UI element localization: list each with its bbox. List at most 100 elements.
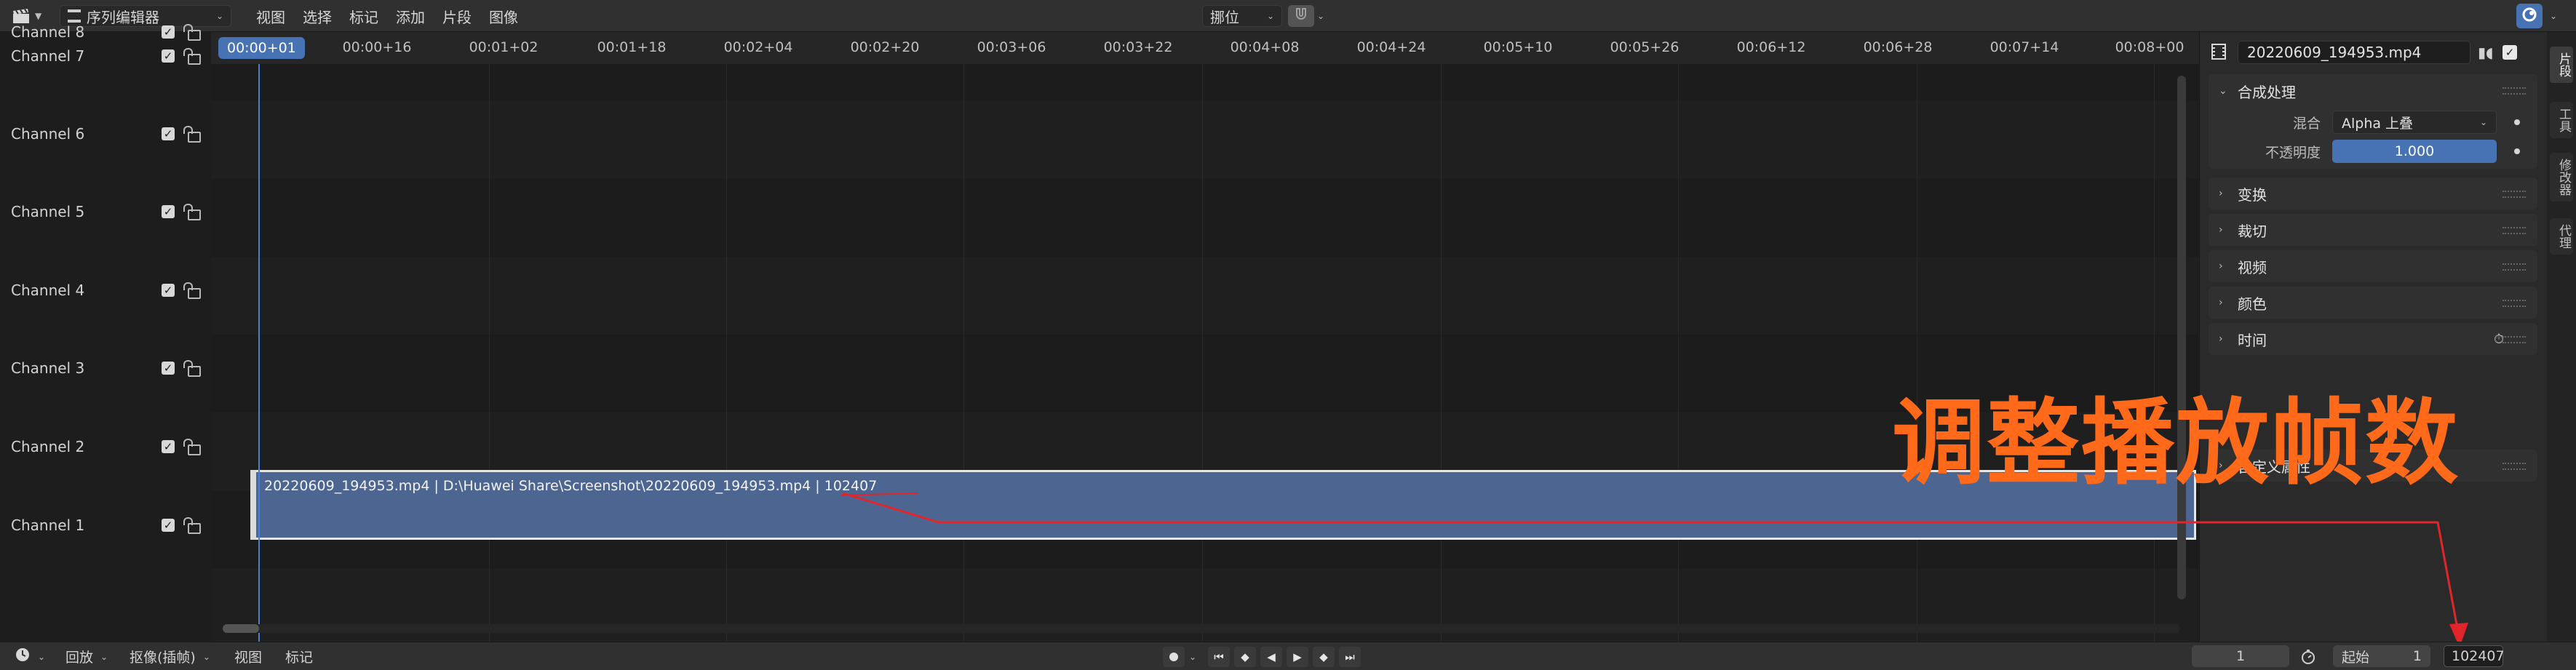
panel-header[interactable]: › 颜色	[2209, 287, 2537, 319]
magnet-icon	[1294, 7, 1308, 25]
lock-icon[interactable]	[182, 517, 201, 534]
header-menu: 视图 选择 标记 添加 片段 图像	[247, 0, 527, 32]
keying-label: 抠像(插帧)	[130, 650, 196, 666]
jump-start-button[interactable]: ⏮	[1208, 646, 1231, 667]
play-reverse-button[interactable]: ◀	[1260, 646, 1283, 667]
chevron-down-icon[interactable]: ⌄	[1189, 652, 1196, 662]
opacity-slider[interactable]: 1.000	[2332, 140, 2497, 163]
tab-modifiers[interactable]: 修改器	[2550, 153, 2573, 202]
channel-mute-checkbox[interactable]: ✓	[162, 49, 175, 63]
drag-grip-icon[interactable]	[2503, 336, 2526, 343]
panel-header[interactable]: › 时间 ⏱	[2209, 323, 2537, 355]
channel-label[interactable]: Channel 5	[11, 203, 84, 220]
start-label: 起始	[2342, 649, 2370, 666]
strip-enable-checkbox[interactable]: ✓	[2503, 45, 2517, 60]
panel-header[interactable]: › 视频	[2209, 250, 2537, 282]
scene-options-button[interactable]: ⌄	[2550, 0, 2557, 32]
panel-title: 颜色	[2238, 295, 2267, 313]
prev-keyframe-button[interactable]: ◆	[1234, 646, 1257, 667]
channel-label[interactable]: Channel 1	[11, 517, 84, 534]
overlap-mode-select[interactable]: 挪位 ⌄	[1202, 5, 1282, 27]
panel-header[interactable]: › 裁切	[2209, 214, 2537, 246]
scrollbar-thumb[interactable]	[223, 624, 259, 633]
channel-mute-checkbox[interactable]: ✓	[162, 205, 175, 218]
view-menu[interactable]: 视图	[234, 642, 262, 670]
drag-grip-icon[interactable]	[2503, 263, 2526, 271]
lock-icon[interactable]	[182, 439, 201, 455]
keyframe-dot-icon[interactable]	[2514, 148, 2520, 154]
channel-label[interactable]: Channel 2	[11, 438, 84, 455]
scene-button[interactable]	[2516, 4, 2543, 28]
channel-label[interactable]: Channel 6	[11, 125, 84, 143]
lock-icon[interactable]	[182, 126, 201, 143]
tab-proxy[interactable]: 代理	[2550, 218, 2573, 255]
ruler-tick: 00:03+22	[1103, 39, 1173, 55]
lock-icon[interactable]	[182, 204, 201, 220]
strip-handle-left[interactable]	[250, 470, 256, 540]
menu-select[interactable]: 选择	[294, 6, 341, 27]
playhead[interactable]	[258, 64, 260, 642]
channel-mute-checkbox[interactable]: ✓	[162, 127, 175, 140]
keying-menu[interactable]: 抠像(插帧) ⌄	[122, 642, 218, 670]
lock-icon[interactable]	[182, 24, 201, 41]
panel-header[interactable]: › 变换	[2209, 178, 2537, 210]
marker-menu[interactable]: 标记	[285, 642, 313, 670]
ruler-tick: 00:01+18	[597, 39, 667, 55]
menu-strip[interactable]: 片段	[434, 6, 480, 27]
start-frame-field[interactable]: 起始 1	[2333, 645, 2430, 667]
grid-line	[1202, 64, 1203, 642]
ruler-tick: 00:02+20	[850, 39, 920, 55]
channel-mute-checkbox[interactable]: ✓	[162, 284, 175, 297]
tab-strip[interactable]: 片段	[2550, 47, 2573, 83]
channel-row: Channel 4 ✓	[0, 276, 211, 305]
snap-toggle[interactable]	[1288, 5, 1314, 27]
menu-add[interactable]: 添加	[387, 6, 434, 27]
audio-waveform-icon[interactable]: ▮◖	[2478, 44, 2495, 61]
tab-tool[interactable]: 工具	[2550, 102, 2573, 138]
channel-mute-checkbox[interactable]: ✓	[162, 362, 175, 375]
chevron-right-icon: ›	[2219, 333, 2223, 345]
panel-header[interactable]: ⌄ 合成处理	[2209, 74, 2537, 108]
sequencer-timeline[interactable]: 00:00+16 00:01+02 00:01+18 00:02+04 00:0…	[211, 32, 2199, 642]
drag-grip-icon[interactable]	[2503, 227, 2526, 234]
vertical-scrollbar[interactable]	[2177, 76, 2186, 599]
lock-icon[interactable]	[182, 48, 201, 65]
horizontal-scrollbar[interactable]	[223, 624, 2180, 633]
channel-mute-checkbox[interactable]: ✓	[162, 440, 175, 453]
panel-compositing: ⌄ 合成处理 混合 Alpha 上叠 ⌄ 不透明度 1.000	[2209, 74, 2537, 169]
panel-time: › 时间 ⏱	[2209, 323, 2537, 355]
current-frame-field[interactable]: 1	[2192, 645, 2289, 667]
channel-mute-checkbox[interactable]: ✓	[162, 25, 175, 39]
lock-icon[interactable]	[182, 282, 201, 299]
drag-grip-icon[interactable]	[2503, 463, 2526, 470]
strip-name-field[interactable]: 20220609_194953.mp4	[2238, 41, 2470, 64]
next-keyframe-button[interactable]: ◆	[1313, 646, 1335, 667]
drag-grip-icon[interactable]	[2503, 191, 2526, 198]
grid-line	[1678, 64, 1679, 642]
jump-end-button[interactable]: ⏭	[1339, 646, 1361, 667]
grid-line	[1441, 64, 1442, 642]
channel-mute-checkbox[interactable]: ✓	[162, 519, 175, 532]
menu-marker[interactable]: 标记	[341, 6, 387, 27]
menu-view[interactable]: 视图	[247, 6, 294, 27]
chevron-down-icon: ⌄	[2550, 11, 2558, 21]
channel-label[interactable]: Channel 8	[11, 23, 84, 41]
snap-options-button[interactable]: ⌄	[1317, 0, 1324, 32]
blend-select[interactable]: Alpha 上叠 ⌄	[2332, 111, 2497, 134]
play-button[interactable]: ▶	[1287, 646, 1309, 667]
end-frame-field[interactable]: 102407	[2444, 645, 2505, 667]
timeline-editor-type-button[interactable]: ⌄	[7, 642, 52, 670]
time-ruler[interactable]: 00:00+16 00:01+02 00:01+18 00:02+04 00:0…	[211, 32, 2199, 64]
channel-label[interactable]: Channel 4	[11, 282, 84, 299]
drag-grip-icon[interactable]	[2503, 300, 2526, 307]
keyframe-dot-icon[interactable]	[2514, 119, 2520, 125]
menu-image[interactable]: 图像	[480, 6, 527, 27]
channel-label[interactable]: Channel 3	[11, 359, 84, 377]
stopwatch-icon[interactable]	[2299, 642, 2317, 670]
drag-grip-icon[interactable]	[2503, 87, 2526, 95]
current-frame-indicator[interactable]: 00:00+01	[218, 37, 305, 59]
channel-label[interactable]: Channel 7	[11, 47, 84, 65]
record-button[interactable]	[1163, 646, 1185, 667]
lock-icon[interactable]	[182, 360, 201, 377]
playback-menu[interactable]: 回放 ⌄	[58, 642, 115, 670]
